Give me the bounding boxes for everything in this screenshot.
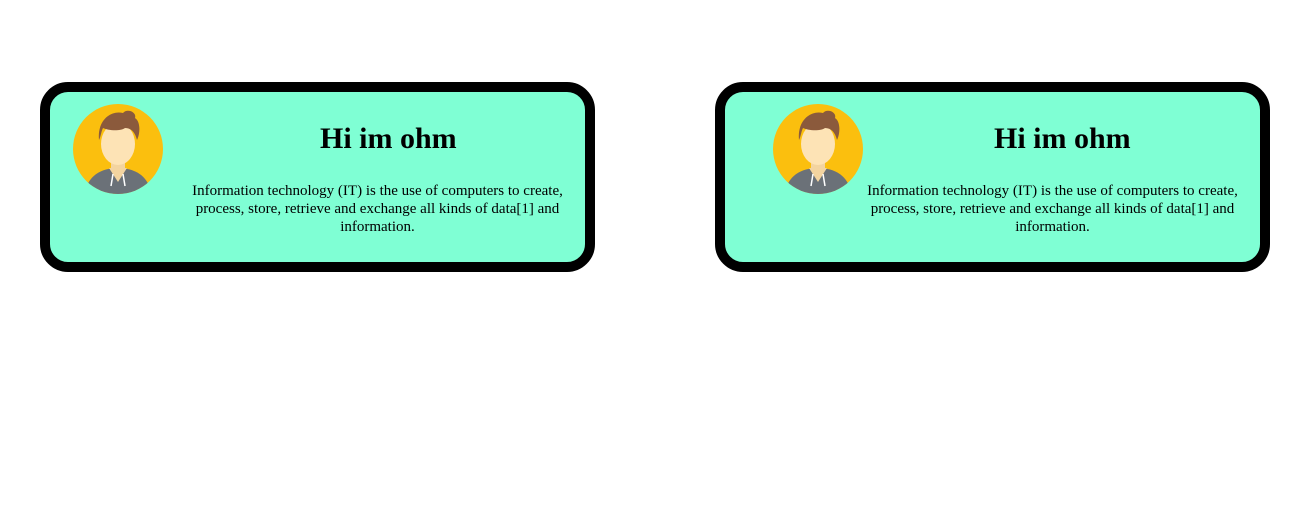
card-description: Information technology (IT) is the use o… bbox=[867, 183, 1238, 235]
user-avatar-icon bbox=[773, 104, 863, 194]
profile-card: Hi im ohm Information technology (IT) is… bbox=[715, 82, 1270, 272]
card-description: Information technology (IT) is the use o… bbox=[192, 183, 563, 235]
card-title: Hi im ohm bbox=[994, 122, 1131, 155]
profile-card: Hi im ohm Information technology (IT) is… bbox=[40, 82, 595, 272]
card-title: Hi im ohm bbox=[320, 122, 457, 155]
user-avatar-icon bbox=[73, 104, 163, 194]
